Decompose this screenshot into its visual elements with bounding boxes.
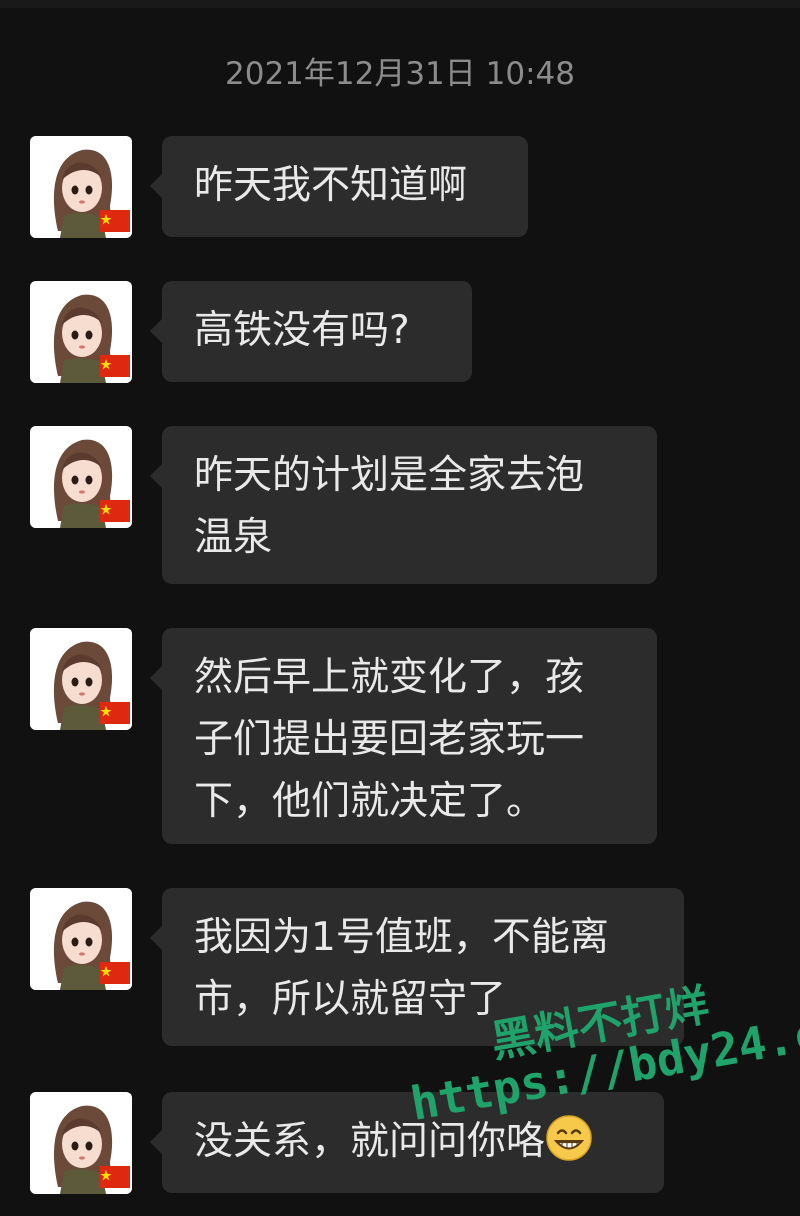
avatar-girl-icon — [30, 426, 132, 528]
avatar-girl-icon — [30, 281, 132, 383]
avatar[interactable] — [30, 628, 132, 730]
avatar[interactable] — [30, 1092, 132, 1194]
avatar-girl-icon — [30, 1092, 132, 1194]
message-bubble[interactable]: 我因为1号值班，不能离 市，所以就留守了 — [150, 888, 684, 1046]
avatar[interactable] — [30, 281, 132, 383]
chat-timestamp: 2021年12月31日 10:48 — [225, 56, 575, 92]
avatar-girl-icon — [30, 136, 132, 238]
top-divider — [0, 0, 800, 8]
message-bubble[interactable]: 高铁没有吗? — [150, 281, 472, 382]
message-bubble[interactable]: 昨天的计划是全家去泡 温泉 — [150, 426, 657, 584]
avatar[interactable] — [30, 888, 132, 990]
message-bubble[interactable]: 昨天我不知道啊 — [150, 136, 528, 237]
avatar-girl-icon — [30, 628, 132, 730]
message-text: 没关系，就问问你咯 — [194, 1119, 546, 1164]
message-bubble[interactable]: 没关系，就问问你咯 — [150, 1092, 664, 1193]
avatar[interactable] — [30, 136, 132, 238]
grinning-face-emoji — [546, 1115, 592, 1161]
avatar-girl-icon — [30, 888, 132, 990]
avatar[interactable] — [30, 426, 132, 528]
message-bubble[interactable]: 然后早上就变化了，孩 子们提出要回老家玩一 下，他们就决定了。 — [150, 628, 657, 844]
